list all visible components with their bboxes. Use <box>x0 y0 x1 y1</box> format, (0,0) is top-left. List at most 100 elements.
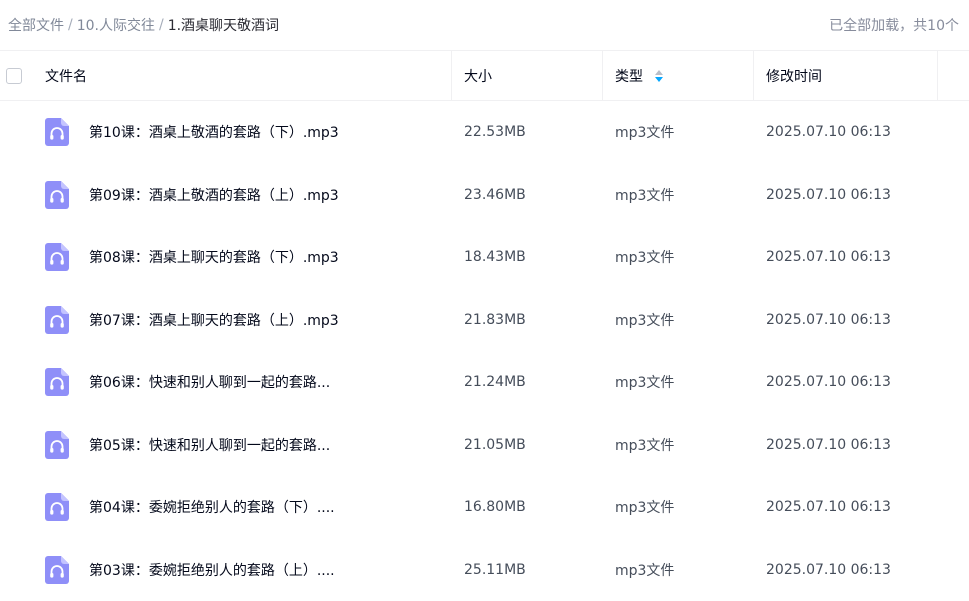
audio-file-icon <box>45 118 69 146</box>
file-size-cell: 21.24MB <box>464 351 526 414</box>
breadcrumb-current-folder: 1.酒桌聊天敬酒词 <box>168 15 279 35</box>
file-size: 16.80MB <box>464 499 526 515</box>
top-bar: 全部文件 / 10.人际交往 / 1.酒桌聊天敬酒词 已全部加载，共10个 <box>0 0 969 50</box>
file-size: 21.83MB <box>464 312 526 328</box>
breadcrumb: 全部文件 / 10.人际交往 / 1.酒桌聊天敬酒词 <box>8 15 279 35</box>
file-type: mp3文件 <box>615 560 674 580</box>
breadcrumb-item-all-files[interactable]: 全部文件 <box>8 15 64 35</box>
file-name-cell: 第03课：委婉拒绝别人的套路（上）.... <box>45 539 335 601</box>
file-type: mp3文件 <box>615 310 674 330</box>
audio-file-icon <box>45 556 69 584</box>
file-size: 18.43MB <box>464 249 526 265</box>
file-size: 22.53MB <box>464 124 526 140</box>
file-type: mp3文件 <box>615 435 674 455</box>
file-name-cell: 第08课：酒桌上聊天的套路（下）.mp3 <box>45 226 339 289</box>
file-size-cell: 23.46MB <box>464 164 526 227</box>
file-type-cell: mp3文件 <box>615 289 674 352</box>
file-modified-cell: 2025.07.10 06:13 <box>766 539 891 601</box>
file-type: mp3文件 <box>615 372 674 392</box>
file-modified-time: 2025.07.10 06:13 <box>766 124 891 140</box>
file-size: 25.11MB <box>464 562 526 578</box>
file-name[interactable]: 第08课：酒桌上聊天的套路（下）.mp3 <box>89 247 339 267</box>
header-checkbox-cell <box>6 51 36 100</box>
file-row[interactable]: 第09课：酒桌上敬酒的套路（上）.mp3 23.46MB mp3文件 2025.… <box>0 164 969 227</box>
file-modified-cell: 2025.07.10 06:13 <box>766 414 891 477</box>
file-name[interactable]: 第04课：委婉拒绝别人的套路（下）.... <box>89 497 335 517</box>
file-type-cell: mp3文件 <box>615 226 674 289</box>
file-modified-cell: 2025.07.10 06:13 <box>766 351 891 414</box>
file-modified-time: 2025.07.10 06:13 <box>766 374 891 390</box>
file-modified-time: 2025.07.10 06:13 <box>766 187 891 203</box>
column-header-name-label: 文件名 <box>45 66 87 86</box>
column-header-type-label: 类型 <box>615 66 643 86</box>
file-row[interactable]: 第06课：快速和别人聊到一起的套路... 21.24MB mp3文件 2025.… <box>0 351 969 414</box>
file-modified-cell: 2025.07.10 06:13 <box>766 289 891 352</box>
file-size: 21.24MB <box>464 374 526 390</box>
file-type-cell: mp3文件 <box>615 164 674 227</box>
file-name[interactable]: 第10课：酒桌上敬酒的套路（下）.mp3 <box>89 122 339 142</box>
file-type: mp3文件 <box>615 497 674 517</box>
file-type: mp3文件 <box>615 122 674 142</box>
file-type-cell: mp3文件 <box>615 539 674 601</box>
audio-file-icon <box>45 368 69 396</box>
file-modified-time: 2025.07.10 06:13 <box>766 562 891 578</box>
file-size: 21.05MB <box>464 437 526 453</box>
file-modified-time: 2025.07.10 06:13 <box>766 312 891 328</box>
audio-file-icon <box>45 431 69 459</box>
file-table-header: 文件名 大小 类型 修改时间 <box>0 50 969 101</box>
file-size-cell: 21.05MB <box>464 414 526 477</box>
file-name-cell: 第10课：酒桌上敬酒的套路（下）.mp3 <box>45 101 339 164</box>
file-size-cell: 16.80MB <box>464 476 526 539</box>
column-header-modified[interactable]: 修改时间 <box>754 51 938 100</box>
file-size-cell: 18.43MB <box>464 226 526 289</box>
file-modified-cell: 2025.07.10 06:13 <box>766 164 891 227</box>
file-modified-cell: 2025.07.10 06:13 <box>766 476 891 539</box>
audio-file-icon <box>45 181 69 209</box>
file-name[interactable]: 第05课：快速和别人聊到一起的套路... <box>89 435 330 455</box>
breadcrumb-item-social[interactable]: 10.人际交往 <box>77 15 155 35</box>
file-modified-time: 2025.07.10 06:13 <box>766 499 891 515</box>
select-all-checkbox[interactable] <box>6 68 22 84</box>
file-row[interactable]: 第05课：快速和别人聊到一起的套路... 21.05MB mp3文件 2025.… <box>0 414 969 477</box>
file-size-cell: 22.53MB <box>464 101 526 164</box>
file-size: 23.46MB <box>464 187 526 203</box>
file-name-cell: 第04课：委婉拒绝别人的套路（下）.... <box>45 476 335 539</box>
file-name[interactable]: 第09课：酒桌上敬酒的套路（上）.mp3 <box>89 185 339 205</box>
file-type: mp3文件 <box>615 247 674 267</box>
column-header-name[interactable]: 文件名 <box>45 51 452 100</box>
load-status: 已全部加载，共10个 <box>829 15 959 35</box>
audio-file-icon <box>45 243 69 271</box>
file-name[interactable]: 第03课：委婉拒绝别人的套路（上）.... <box>89 560 335 580</box>
file-modified-time: 2025.07.10 06:13 <box>766 249 891 265</box>
audio-file-icon <box>45 493 69 521</box>
file-row[interactable]: 第10课：酒桌上敬酒的套路（下）.mp3 22.53MB mp3文件 2025.… <box>0 101 969 164</box>
breadcrumb-separator: / <box>68 17 73 33</box>
file-type-cell: mp3文件 <box>615 351 674 414</box>
file-row[interactable]: 第04课：委婉拒绝别人的套路（下）.... 16.80MB mp3文件 2025… <box>0 476 969 539</box>
sort-icon[interactable] <box>655 70 663 82</box>
file-type-cell: mp3文件 <box>615 414 674 477</box>
file-row[interactable]: 第03课：委婉拒绝别人的套路（上）.... 25.11MB mp3文件 2025… <box>0 539 969 601</box>
file-name-cell: 第05课：快速和别人聊到一起的套路... <box>45 414 330 477</box>
file-type: mp3文件 <box>615 185 674 205</box>
file-modified-time: 2025.07.10 06:13 <box>766 437 891 453</box>
file-type-cell: mp3文件 <box>615 101 674 164</box>
file-row[interactable]: 第07课：酒桌上聊天的套路（上）.mp3 21.83MB mp3文件 2025.… <box>0 289 969 352</box>
sort-ascending-icon <box>655 70 663 75</box>
column-header-modified-label: 修改时间 <box>766 66 822 86</box>
file-size-cell: 21.83MB <box>464 289 526 352</box>
file-name-cell: 第06课：快速和别人聊到一起的套路... <box>45 351 330 414</box>
file-size-cell: 25.11MB <box>464 539 526 601</box>
column-header-size[interactable]: 大小 <box>452 51 603 100</box>
audio-file-icon <box>45 306 69 334</box>
file-list: 第10课：酒桌上敬酒的套路（下）.mp3 22.53MB mp3文件 2025.… <box>0 101 969 601</box>
file-name[interactable]: 第07课：酒桌上聊天的套路（上）.mp3 <box>89 310 339 330</box>
file-type-cell: mp3文件 <box>615 476 674 539</box>
file-modified-cell: 2025.07.10 06:13 <box>766 101 891 164</box>
column-header-type[interactable]: 类型 <box>603 51 754 100</box>
file-name[interactable]: 第06课：快速和别人聊到一起的套路... <box>89 372 330 392</box>
breadcrumb-separator: / <box>159 17 164 33</box>
file-modified-cell: 2025.07.10 06:13 <box>766 226 891 289</box>
file-row[interactable]: 第08课：酒桌上聊天的套路（下）.mp3 18.43MB mp3文件 2025.… <box>0 226 969 289</box>
sort-descending-icon <box>655 77 663 82</box>
